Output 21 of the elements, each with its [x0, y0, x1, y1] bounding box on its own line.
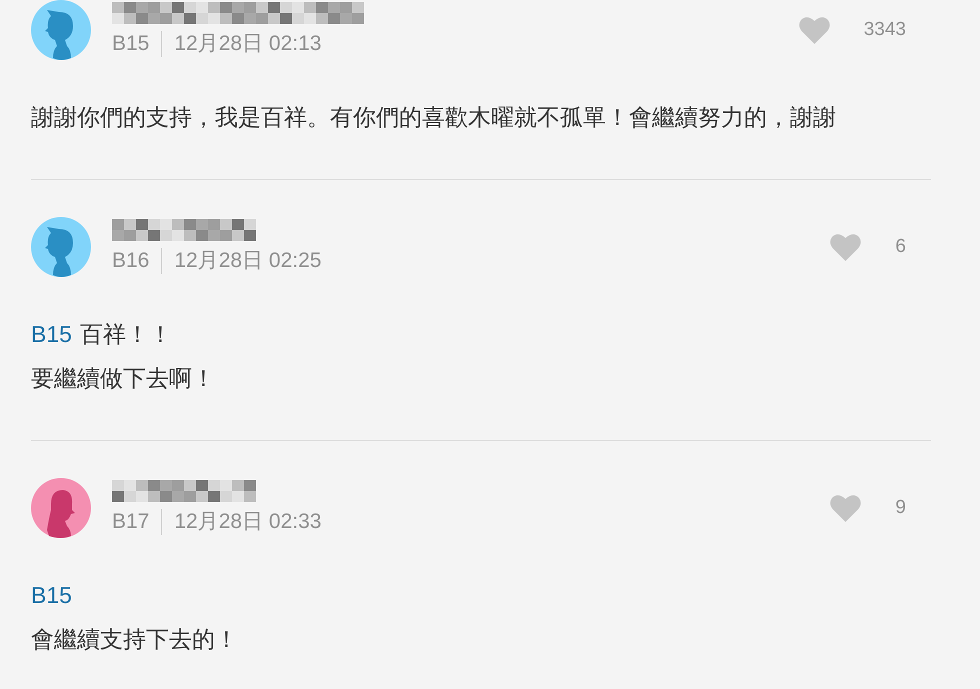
like-count: 3343 — [864, 18, 906, 42]
post-time: 12月28日 02:25 — [174, 248, 322, 274]
floor-number: B16 — [112, 248, 150, 274]
heart-icon[interactable] — [798, 16, 830, 44]
post-time: 12月28日 02:33 — [174, 509, 322, 535]
floor-number: B17 — [112, 509, 150, 535]
heart-icon[interactable] — [830, 233, 862, 261]
comment-text: 謝謝你們的支持，我是百祥。有你們的喜歡木曜就不孤單！會繼續努力的，謝謝 — [31, 103, 836, 132]
heart-icon[interactable] — [830, 494, 862, 522]
comment-text: 會繼續支持下去的！ — [31, 625, 238, 654]
like-count: 6 — [895, 234, 906, 259]
avatar-icon — [31, 478, 91, 538]
comment-text: 要繼續做下去啊！ — [31, 364, 215, 393]
avatar-icon — [31, 0, 91, 60]
reply-floor-link[interactable]: B15 — [31, 312, 72, 356]
floor-number: B15 — [112, 31, 150, 57]
reply-floor-link[interactable]: B15 — [31, 573, 72, 617]
post-time: 12月28日 02:13 — [174, 31, 322, 57]
comment-text: 百祥！！ — [80, 320, 172, 349]
avatar-icon — [31, 217, 91, 277]
like-count: 9 — [895, 496, 906, 520]
